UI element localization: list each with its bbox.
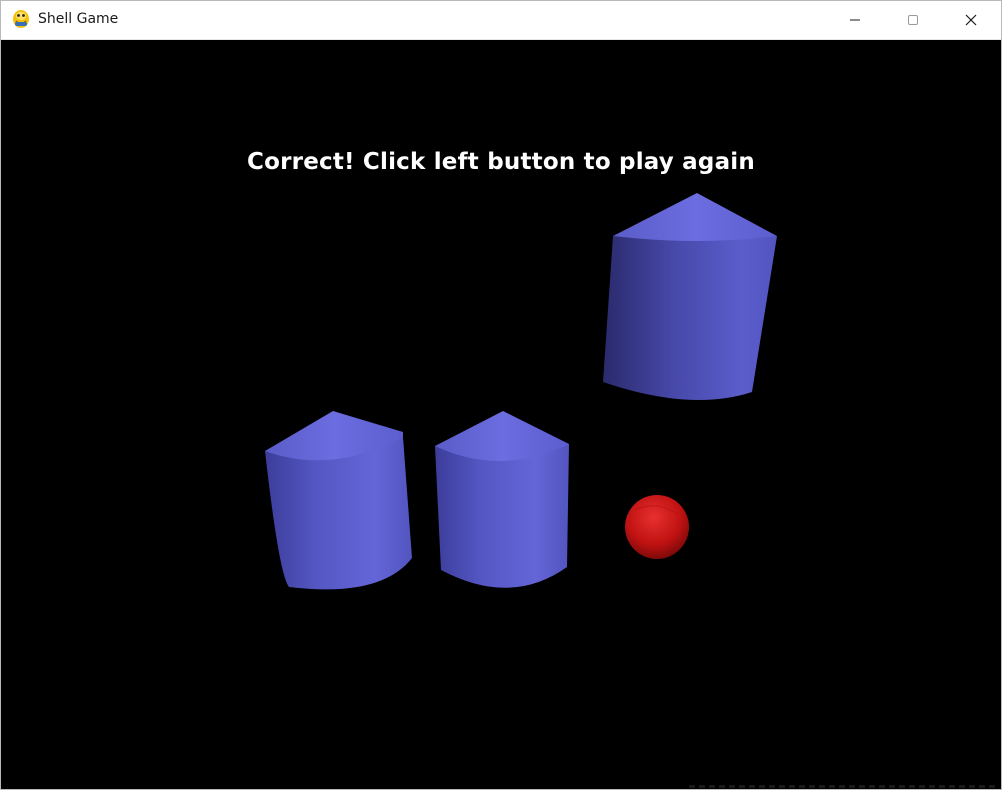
close-icon: [965, 14, 977, 26]
maximize-button[interactable]: [884, 1, 942, 39]
cup-left[interactable]: [265, 411, 412, 590]
ball: [625, 495, 689, 559]
minimize-button[interactable]: [826, 1, 884, 39]
python-snake-icon: [13, 10, 29, 28]
app-window: Shell Game Correct! Click left button to…: [0, 0, 1002, 790]
faint-overlay-text: [689, 785, 999, 788]
game-message: Correct! Click left button to play again: [247, 149, 755, 175]
minimize-icon: [850, 19, 860, 21]
window-title: Shell Game: [38, 11, 119, 27]
close-button[interactable]: [942, 1, 1000, 39]
title-bar[interactable]: Shell Game: [1, 1, 1001, 40]
cup-raised[interactable]: [603, 193, 777, 400]
maximize-icon: [908, 15, 918, 25]
game-canvas[interactable]: Correct! Click left button to play again: [1, 40, 1001, 789]
cup-middle[interactable]: [435, 411, 569, 588]
